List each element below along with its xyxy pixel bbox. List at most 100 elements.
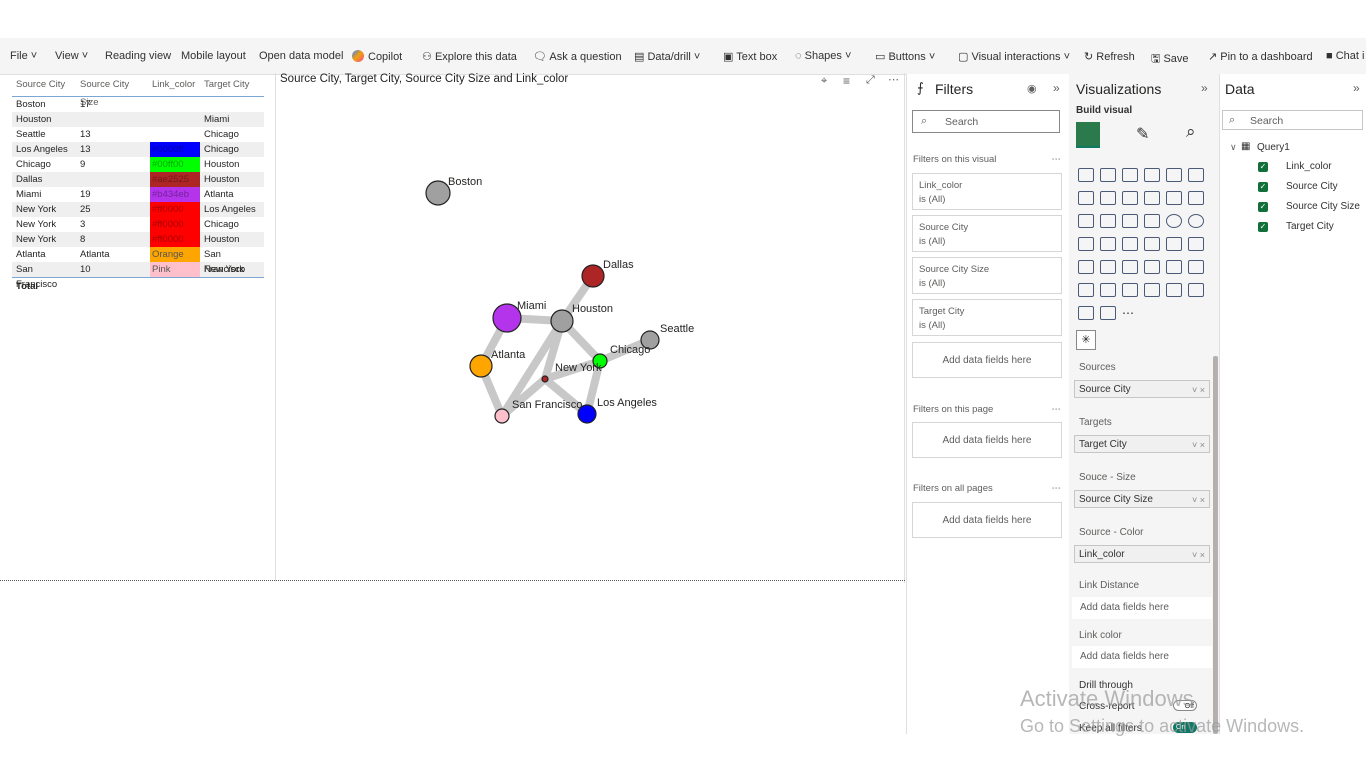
filled-map-visual-icon[interactable] (1122, 237, 1138, 251)
add-page-filter[interactable]: Add data fields here (912, 422, 1062, 458)
100-column-visual-icon[interactable] (1188, 168, 1204, 182)
python-visual-icon[interactable] (1078, 306, 1094, 320)
pin-dashboard-button[interactable]: ↗ Pin to a dashboard (1208, 50, 1313, 63)
collapse-data-icon[interactable]: » (1353, 81, 1360, 95)
more-icon[interactable]: ⋯ (1052, 154, 1062, 165)
file-menu[interactable]: File ˅ (10, 50, 37, 62)
well-remove-icon[interactable]: ˅ × (1192, 381, 1205, 399)
field-name[interactable]: Link_color (1286, 161, 1332, 172)
donut-visual-icon[interactable] (1188, 214, 1204, 228)
kpi-visual-icon[interactable] (1100, 260, 1116, 274)
line-stacked-visual-icon[interactable] (1100, 214, 1116, 228)
decomp-tree-visual-icon[interactable] (1188, 260, 1204, 274)
field-well[interactable]: Source City Size ˅ × (1074, 490, 1210, 508)
collapse-filters-icon[interactable]: » (1053, 81, 1060, 95)
filter-card[interactable]: Source City Size is (All) (912, 257, 1062, 294)
add-visual-filter[interactable]: Add data fields here (912, 342, 1062, 378)
table-row[interactable]: New York 8 #ff0000 Houston (12, 232, 264, 247)
table-row[interactable]: New York 25 #ff0000 Los Angeles (12, 202, 264, 217)
filter-card[interactable]: Target City is (All) (912, 299, 1062, 336)
field-name[interactable]: Source City (1286, 181, 1338, 192)
buttons-menu[interactable]: ▭ Buttons ˅ (875, 50, 935, 63)
waterfall-visual-icon[interactable] (1166, 191, 1182, 205)
data-search-input[interactable]: ⌕ Search (1222, 110, 1363, 130)
data-drill-menu[interactable]: ▤ Data/drill ˅ (634, 50, 700, 63)
link-color-well[interactable]: Add data fields here (1072, 646, 1212, 668)
format-visual-tab-icon[interactable]: ✎ (1136, 124, 1149, 144)
power-apps-visual-icon[interactable] (1188, 283, 1204, 297)
table-row[interactable]: Seattle 13 Chicago (12, 127, 264, 142)
area-visual-icon[interactable] (1100, 191, 1116, 205)
slicer-visual-icon[interactable] (1122, 260, 1138, 274)
map-visual-icon[interactable] (1100, 237, 1116, 251)
network-node[interactable] (494, 408, 510, 424)
multi-card-visual-icon[interactable] (1078, 260, 1094, 274)
filter-search-input[interactable]: ⌕ Search (912, 110, 1060, 133)
r-visual-visual-icon[interactable] (1100, 306, 1116, 320)
paginated-visual-icon[interactable] (1166, 283, 1182, 297)
network-node[interactable] (550, 309, 574, 333)
custom-network-visual-icon[interactable]: ✳ (1076, 330, 1096, 350)
table-row[interactable]: Miami 19 #b434eb Atlanta (12, 187, 264, 202)
100-bar-visual-icon[interactable] (1166, 168, 1182, 182)
pie-visual-icon[interactable] (1166, 214, 1182, 228)
stacked-column-visual-icon[interactable] (1100, 168, 1116, 182)
table-row[interactable]: Chicago 9 #00ff00 Houston (12, 157, 264, 172)
chat-button[interactable]: ■ Chat i (1326, 50, 1364, 62)
stacked-bar-visual-icon[interactable] (1078, 168, 1094, 182)
header-source-city-size[interactable]: Source City Size (76, 76, 150, 108)
add-all-pages-filter[interactable]: Add data fields here (912, 502, 1062, 538)
network-node[interactable] (581, 264, 605, 288)
shapes-menu[interactable]: ◌ Shapes ˅ (795, 50, 851, 62)
network-node[interactable] (541, 375, 549, 383)
trophy-visual-icon[interactable] (1144, 283, 1160, 297)
table-row[interactable]: Houston Miami (12, 112, 264, 127)
funnel-visual-icon[interactable] (1078, 214, 1094, 228)
network-graph[interactable]: Boston Dallas Miami Houston Seattle Atlanta Ch… (276, 73, 904, 580)
clustered-bar-visual-icon[interactable] (1122, 168, 1138, 182)
field-checkbox[interactable]: ✓ (1258, 162, 1268, 172)
more-icon[interactable]: ⋯ (1052, 404, 1062, 415)
field-well[interactable]: Target City ˅ × (1074, 435, 1210, 453)
gauge-visual-icon[interactable] (1166, 237, 1182, 251)
more-icon[interactable]: ⋯ (1052, 483, 1062, 494)
explore-data-button[interactable]: ⚇ Explore this data (422, 50, 517, 63)
card-visual-icon[interactable] (1188, 237, 1204, 251)
key-influencers-visual-icon[interactable] (1078, 283, 1094, 297)
well-remove-icon[interactable]: ˅ × (1192, 546, 1205, 564)
copilot-button[interactable]: Copilot (352, 50, 402, 63)
scatter-visual-icon[interactable] (1144, 214, 1160, 228)
header-source-city[interactable]: Source City (12, 76, 76, 96)
ask-question-button[interactable]: 🗨 Ask a question (533, 50, 622, 63)
clustered-column-visual-icon[interactable] (1144, 168, 1160, 182)
table-row[interactable]: New York 3 #ff0000 Chicago (12, 217, 264, 232)
table-visual-icon[interactable] (1144, 260, 1160, 274)
ribbon-visual-icon[interactable] (1144, 191, 1160, 205)
line-column-visual-icon[interactable] (1188, 191, 1204, 205)
refresh-button[interactable]: ↻ Refresh (1084, 50, 1135, 63)
qna-visual-icon[interactable] (1100, 283, 1116, 297)
filter-card[interactable]: Source City is (All) (912, 215, 1062, 252)
field-name[interactable]: Target City (1286, 221, 1334, 232)
collapse-viz-icon[interactable]: » (1201, 81, 1208, 95)
well-remove-icon[interactable]: ˅ × (1192, 436, 1205, 454)
network-node[interactable] (425, 180, 451, 206)
smart-narrative-visual-icon[interactable] (1122, 283, 1138, 297)
field-checkbox[interactable]: ✓ (1258, 182, 1268, 192)
matrix-visual-icon[interactable] (1166, 260, 1182, 274)
analytics-tab-icon[interactable]: ⌕ (1186, 122, 1196, 142)
open-data-model-button[interactable]: Open data model (259, 50, 343, 62)
table-row[interactable]: San Francisco 10 Pink New York (12, 262, 264, 290)
chevron-down-icon[interactable]: ∨ (1230, 142, 1237, 153)
text-box-button[interactable]: ▣ Text box (723, 50, 777, 63)
reading-view-button[interactable]: Reading view (105, 50, 171, 62)
visual-interactions-menu[interactable]: ▢ Visual interactions ˅ (958, 50, 1070, 63)
table-visual[interactable]: Source City Source City Size Link_color … (12, 76, 264, 296)
mobile-layout-button[interactable]: Mobile layout (181, 50, 246, 62)
azure-map-visual-icon[interactable] (1144, 237, 1160, 251)
link-distance-well[interactable]: Add data fields here (1072, 597, 1212, 619)
field-checkbox[interactable]: ✓ (1258, 202, 1268, 212)
field-name[interactable]: Source City Size (1286, 201, 1360, 212)
eye-icon[interactable]: ◉ (1027, 82, 1037, 95)
funnel2-visual-icon[interactable] (1122, 214, 1138, 228)
